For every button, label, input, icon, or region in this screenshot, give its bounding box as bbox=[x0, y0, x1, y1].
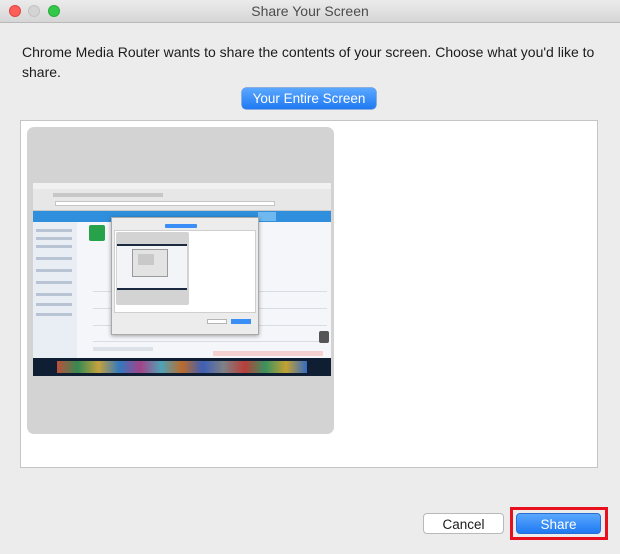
cancel-button[interactable]: Cancel bbox=[423, 513, 504, 534]
window-title: Share Your Screen bbox=[251, 3, 369, 19]
share-button-highlight bbox=[510, 507, 608, 540]
share-prompt-message: Chrome Media Router wants to share the c… bbox=[22, 44, 595, 80]
entire-screen-tab-button[interactable]: Your Entire Screen bbox=[242, 88, 376, 109]
screen-thumbnail bbox=[33, 183, 331, 376]
title-bar: Share Your Screen bbox=[0, 0, 620, 23]
